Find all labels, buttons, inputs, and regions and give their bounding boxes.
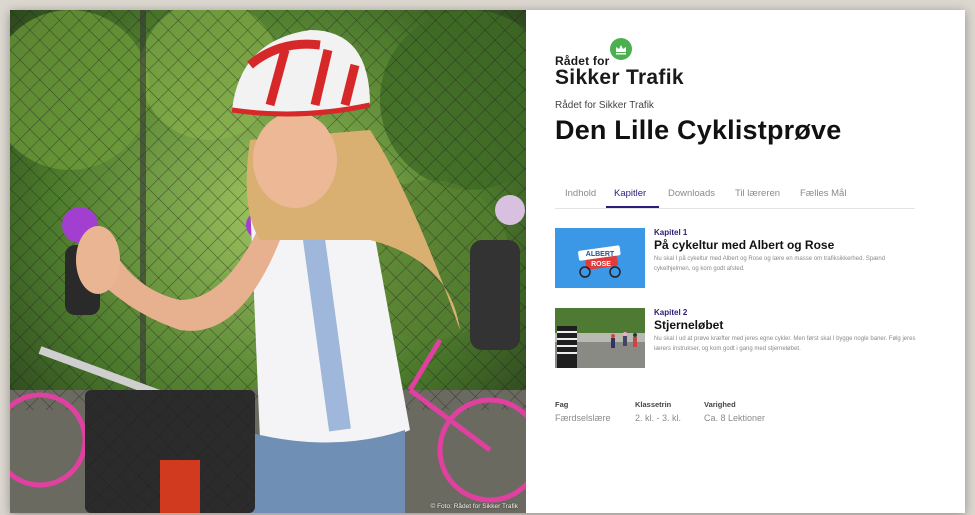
chapter-item-1[interactable]: ALBERT ROSE Kapitel 1 På cykeltur med Al…: [555, 228, 925, 290]
photo-credit: © Foto: Rådet for Sikker Trafik: [430, 503, 518, 510]
crown-icon: [610, 38, 632, 60]
tab-indhold[interactable]: Indhold: [565, 188, 596, 199]
chapter-1-description: Nu skal I på cykeltur med Albert og Rose…: [654, 256, 886, 272]
tab-til-laereren[interactable]: Til læreren: [735, 188, 780, 199]
meta-varighed-label: Varighed: [704, 400, 736, 409]
chapter-2-description: Nu skal I ud at prøve kræfter med jeres …: [654, 336, 916, 352]
publisher-label: Rådet for Sikker Trafik: [555, 100, 654, 111]
thumb-text-albert: ALBERT: [586, 251, 615, 258]
meta-klassetrin-value: 2. kl. - 3. kl.: [635, 413, 682, 423]
course-card: © Foto: Rådet for Sikker Trafik Rådet fo…: [10, 10, 965, 513]
meta-varighed-value: Ca. 8 Lektioner: [704, 413, 766, 423]
thumb-text-rose: ROSE: [591, 261, 611, 268]
tab-faelles-maal[interactable]: Fælles Mål: [800, 188, 846, 199]
chapter-1-kicker: Kapitel 1: [654, 228, 688, 237]
chapter-2-kicker: Kapitel 2: [654, 308, 688, 317]
tab-bar: Indhold Kapitler Downloads Til læreren F…: [555, 185, 915, 209]
girl-on-bike-illustration: [10, 10, 526, 513]
chapter-item-2[interactable]: Kapitel 2 Stjerneløbet Nu skal I ud at p…: [555, 308, 925, 370]
meta-klassetrin: Klassetrin 2. kl. - 3. kl.: [635, 400, 681, 423]
tab-kapitler[interactable]: Kapitler: [614, 188, 646, 199]
page-title: Den Lille Cyklistprøve: [555, 115, 842, 145]
meta-varighed: Varighed Ca. 8 Lektioner: [704, 400, 765, 423]
chapter-2-thumbnail: [555, 308, 645, 368]
chapter-2-title: Stjerneløbet: [654, 318, 724, 332]
content-panel: Rådet for Sikker Trafik Rådet for Sikker…: [555, 10, 935, 513]
chapter-1-title: På cykeltur med Albert og Rose: [654, 238, 835, 252]
meta-fag: Fag Færdselslære: [555, 400, 611, 423]
brand-logo[interactable]: Rådet for Sikker Trafik: [555, 38, 705, 89]
hero-photo: © Foto: Rådet for Sikker Trafik: [10, 10, 526, 513]
chapter-1-thumbnail: ALBERT ROSE: [555, 228, 645, 288]
tab-downloads[interactable]: Downloads: [668, 188, 715, 199]
meta-fag-label: Fag: [555, 400, 569, 409]
meta-klassetrin-label: Klassetrin: [635, 400, 672, 409]
logo-line-2: Sikker Trafik: [555, 66, 684, 89]
active-tab-indicator: [606, 206, 659, 208]
meta-fag-value: Færdselslære: [555, 413, 611, 423]
